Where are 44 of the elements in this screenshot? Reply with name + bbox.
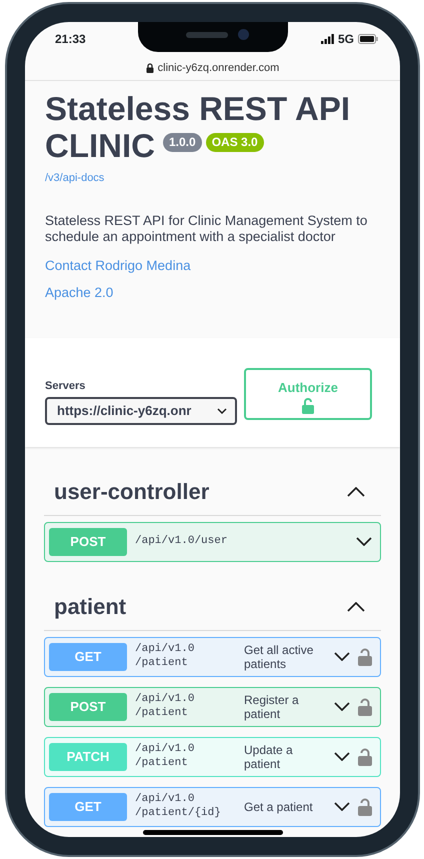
operation-summary: Get all active patients [243,642,314,672]
api-title: CLINIC [45,128,155,166]
url-text: clinic-y6zq.onrender.com [158,60,280,76]
battery-icon [358,34,378,44]
operation-row[interactable]: GET /api/v1.0/patient/{id} Get a patient [44,786,381,827]
operation-row[interactable]: GET /api/v1.0/patient Get all active patients [44,636,381,677]
operation-summary: Get a patient [243,800,314,814]
chevron-down-icon [334,802,350,812]
endpoint-path: /api/v1.0/patient [135,693,196,721]
unlocked-padlock-icon[interactable] [358,798,372,816]
chevron-down-icon [356,537,372,546]
version-badge: 1.0.0 [163,133,202,152]
chevron-down-icon [334,702,350,712]
operation-summary: Update a patient [243,742,294,772]
api-title: Stateless REST API [45,91,350,128]
unlocked-padlock-icon[interactable] [358,748,372,766]
method-badge: POST [49,528,127,556]
signal-icon [320,34,334,44]
operation-summary: Register a patient [243,692,300,722]
section-header[interactable]: user-controller [44,468,381,516]
oas-badge: OAS 3.0 [206,133,264,152]
endpoint-path: /api/v1.0/patient/{id} [135,793,222,821]
endpoint-path: /api/v1.0/patient [135,643,196,671]
unlocked-padlock-icon[interactable] [358,698,372,716]
operation-row[interactable]: POST /api/v1.0/user [44,522,381,562]
chevron-down-icon [334,752,350,762]
operation-row[interactable]: POST /api/v1.0/patient Register a patient [44,686,381,727]
chevron-down-icon [217,408,227,414]
clock-time: 21:33 [55,30,86,48]
unlocked-padlock-icon [302,398,314,414]
operation-row[interactable]: PATCH /api/v1.0/patient Update a patient [44,736,381,777]
servers-label: Servers [45,379,86,394]
network-label: 5G [338,30,354,48]
chevron-down-icon [334,652,350,662]
api-description: Stateless REST API for Clinic Management System to schedule an appointment with a specialist doctor [45,213,368,246]
endpoint-path: /api/v1.0/patient [135,743,196,771]
method-badge: GET [49,642,127,671]
method-badge: PATCH [49,742,127,771]
unlocked-padlock-icon[interactable] [358,648,372,666]
method-badge: POST [49,692,127,721]
endpoint-path: /api/v1.0/user [135,535,228,549]
server-select[interactable]: https://clinic-y6zq.onr [45,396,237,425]
section-header[interactable]: patient [44,584,381,631]
method-badge: GET [49,792,127,821]
